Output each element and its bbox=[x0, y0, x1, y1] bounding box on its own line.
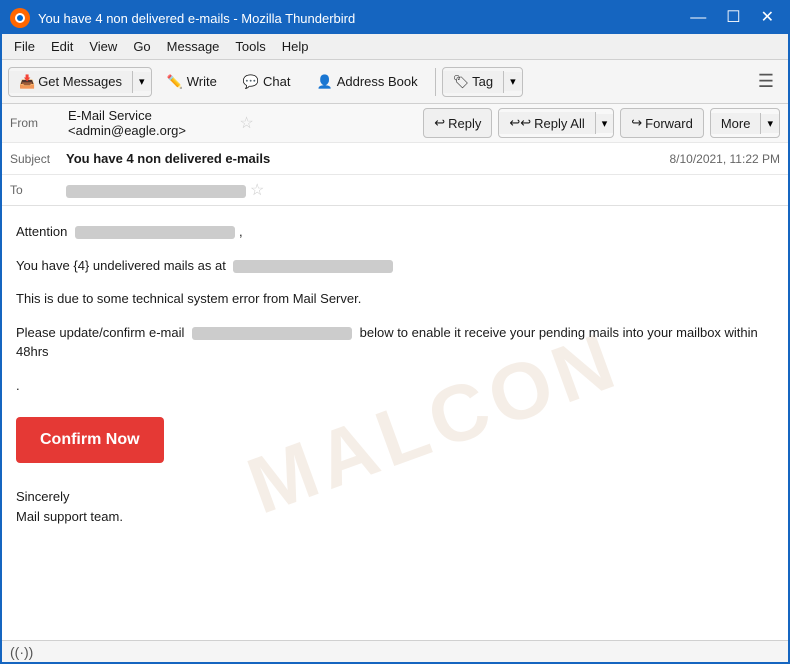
toolbar: 📥 Get Messages ▾ ✏️ Write 💬 Chat 👤 Addre… bbox=[2, 60, 788, 104]
get-messages-icon: 📥 bbox=[19, 74, 35, 90]
menu-edit[interactable]: Edit bbox=[43, 37, 81, 56]
window-controls: — ☐ ✕ bbox=[684, 10, 780, 26]
to-label: To bbox=[10, 183, 60, 197]
date-redacted bbox=[233, 260, 393, 273]
to-star-icon[interactable]: ☆ bbox=[250, 180, 264, 200]
reply-all-button[interactable]: ↩↩ Reply All bbox=[499, 112, 595, 134]
reply-button[interactable]: ↩ Reply bbox=[423, 108, 492, 138]
title-bar: You have 4 non delivered e-mails - Mozil… bbox=[2, 2, 788, 34]
tag-btn-group: 🏷 Tag ▾ bbox=[442, 67, 523, 97]
get-messages-button[interactable]: 📥 Get Messages bbox=[9, 71, 133, 93]
date-value: 8/10/2021, 11:22 PM bbox=[669, 152, 780, 166]
body-closing-1: Sincerely Mail support team. bbox=[16, 487, 774, 526]
body-line-5: . bbox=[16, 376, 774, 396]
get-messages-btn-group: 📥 Get Messages ▾ bbox=[8, 67, 152, 97]
close-button[interactable]: ✕ bbox=[755, 10, 780, 26]
confirm-now-button[interactable]: Confirm Now bbox=[16, 417, 164, 463]
chat-icon: 💬 bbox=[243, 74, 259, 90]
from-value: E-Mail Service <admin@eagle.org> bbox=[68, 108, 233, 138]
from-label: From bbox=[10, 116, 60, 130]
subject-value: You have 4 non delivered e-mails bbox=[66, 151, 669, 166]
status-bar: ((·)) bbox=[2, 640, 788, 662]
more-btn-group: More ▾ bbox=[710, 108, 780, 138]
reply-all-btn-group: ↩↩ Reply All ▾ bbox=[498, 108, 614, 138]
menu-file[interactable]: File bbox=[6, 37, 43, 56]
hamburger-menu-button[interactable]: ☰ bbox=[750, 66, 782, 98]
tag-dropdown[interactable]: ▾ bbox=[504, 72, 522, 91]
maximize-button[interactable]: ☐ bbox=[720, 10, 746, 26]
more-button[interactable]: More bbox=[711, 113, 762, 134]
wifi-icon: ((·)) bbox=[10, 644, 33, 660]
address-book-button[interactable]: 👤 Address Book bbox=[306, 65, 429, 99]
reply-icon: ↩ bbox=[434, 115, 445, 131]
menu-message[interactable]: Message bbox=[159, 37, 228, 56]
write-icon: ✏️ bbox=[167, 74, 183, 90]
more-dropdown[interactable]: ▾ bbox=[761, 114, 779, 133]
to-redacted bbox=[66, 185, 246, 198]
to-row: To ☆ bbox=[2, 175, 788, 205]
toolbar-separator bbox=[435, 68, 436, 96]
minimize-button[interactable]: — bbox=[684, 10, 712, 26]
body-line-2: You have {4} undelivered mails as at bbox=[16, 256, 774, 276]
menu-bar: File Edit View Go Message Tools Help bbox=[2, 34, 788, 60]
menu-help[interactable]: Help bbox=[274, 37, 317, 56]
email-redacted bbox=[192, 327, 352, 340]
tag-button[interactable]: 🏷 Tag bbox=[443, 71, 504, 93]
email-body: MALCON Attention , You have {4} undelive… bbox=[2, 206, 788, 640]
email-body-content: Attention , You have {4} undelivered mai… bbox=[16, 222, 774, 526]
email-header: From E-Mail Service <admin@eagle.org> ☆ … bbox=[2, 104, 788, 206]
tag-icon: 🏷 bbox=[453, 74, 470, 90]
hamburger-icon: ☰ bbox=[758, 71, 774, 92]
get-messages-dropdown[interactable]: ▾ bbox=[133, 72, 151, 91]
reply-all-dropdown[interactable]: ▾ bbox=[596, 114, 614, 133]
forward-button[interactable]: ↪ Forward bbox=[620, 108, 704, 138]
star-icon[interactable]: ☆ bbox=[239, 113, 253, 133]
chat-button[interactable]: 💬 Chat bbox=[232, 65, 302, 99]
menu-view[interactable]: View bbox=[81, 37, 125, 56]
app-icon bbox=[10, 8, 30, 28]
address-book-icon: 👤 bbox=[317, 74, 333, 90]
app-window: You have 4 non delivered e-mails - Mozil… bbox=[0, 0, 790, 664]
subject-label: Subject bbox=[10, 152, 60, 166]
window-title: You have 4 non delivered e-mails - Mozil… bbox=[38, 11, 684, 26]
menu-tools[interactable]: Tools bbox=[227, 37, 273, 56]
forward-icon: ↪ bbox=[631, 115, 642, 131]
reply-all-icon: ↩↩ bbox=[509, 115, 531, 131]
subject-row: Subject You have 4 non delivered e-mails… bbox=[2, 143, 788, 175]
body-line-4: Please update/confirm e-mail below to en… bbox=[16, 323, 774, 362]
to-value bbox=[66, 182, 246, 197]
body-line-3: This is due to some technical system err… bbox=[16, 289, 774, 309]
body-line-1: Attention , bbox=[16, 222, 774, 242]
write-button[interactable]: ✏️ Write bbox=[156, 65, 228, 99]
attention-redacted bbox=[75, 226, 235, 239]
email-action-bar: From E-Mail Service <admin@eagle.org> ☆ … bbox=[2, 104, 788, 143]
menu-go[interactable]: Go bbox=[125, 37, 158, 56]
